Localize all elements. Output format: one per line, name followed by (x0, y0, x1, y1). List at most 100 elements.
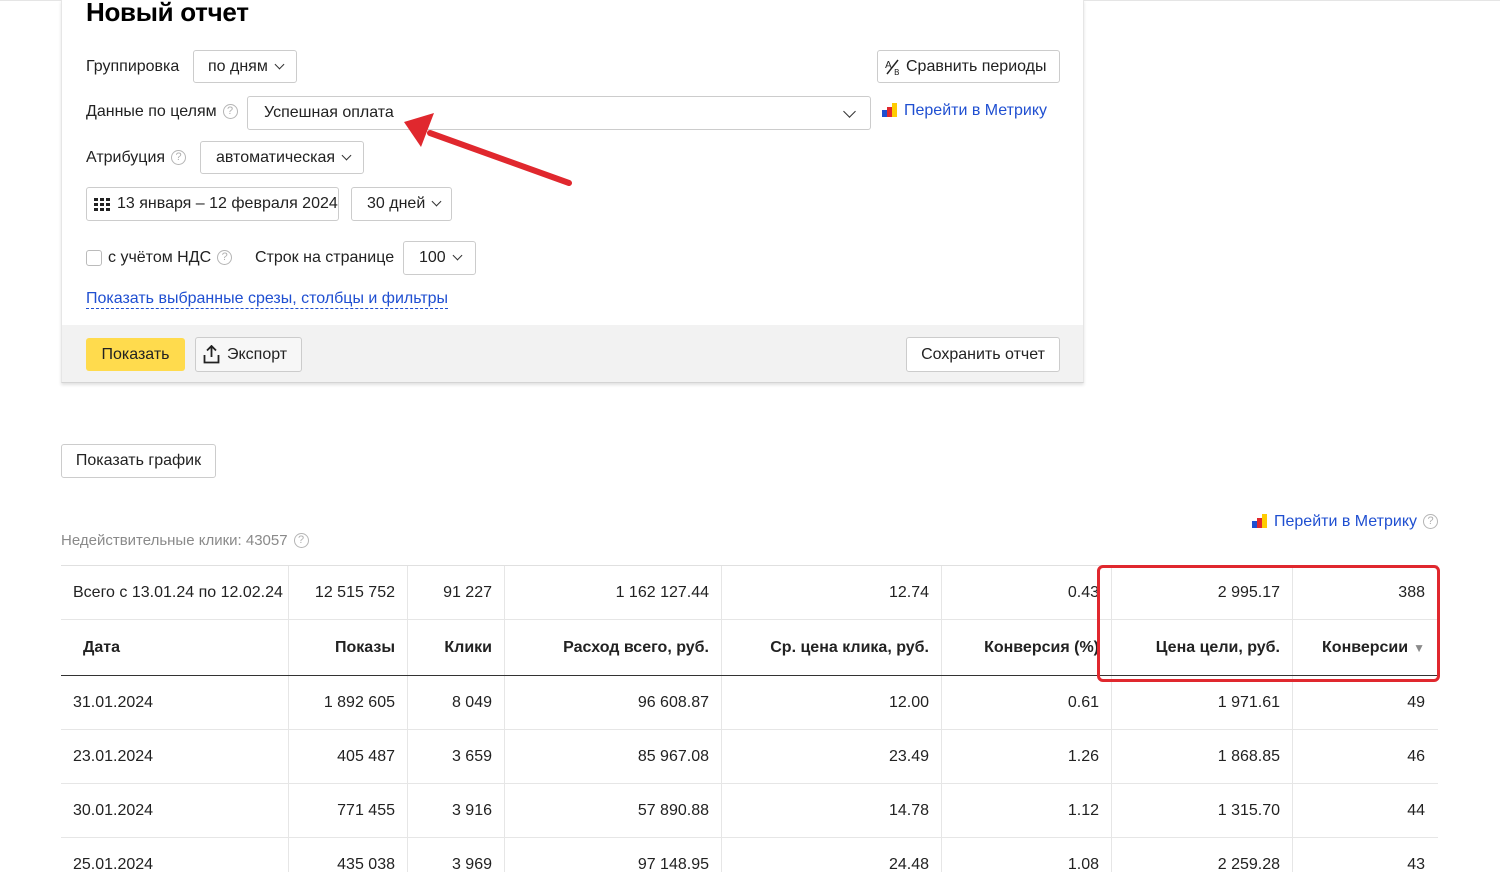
chevron-down-icon (431, 196, 442, 207)
column-header-clicks[interactable]: Клики (408, 620, 505, 675)
help-icon[interactable]: ? (171, 150, 187, 165)
period-select[interactable]: 30 дней (351, 187, 452, 221)
sort-desc-icon: ▼ (1413, 640, 1425, 655)
goals-label: Данные по целям? (86, 103, 238, 121)
rows-per-page-select[interactable]: 100 (403, 241, 476, 275)
goals-select[interactable]: Успешная оплата (247, 96, 871, 130)
attribution-value: автоматическая (216, 148, 336, 166)
attribution-select[interactable]: автоматическая (200, 141, 364, 174)
table-cell: 43 (1407, 855, 1425, 872)
chevron-down-icon (452, 250, 463, 261)
show-graph-button[interactable]: Показать график (61, 444, 216, 478)
table-cell: 405 487 (289, 730, 408, 783)
table-cell: 1 892 605 (289, 676, 408, 729)
grouping-select[interactable]: по дням (193, 50, 297, 83)
table-cell: 388 (1398, 583, 1425, 601)
metrika-icon (1252, 514, 1268, 528)
table-cell: 1 315.70 (1112, 784, 1293, 837)
column-header-avg-cpc[interactable]: Ср. цена клика, руб. (722, 620, 942, 675)
help-icon[interactable]: ? (1423, 514, 1439, 529)
goals-value: Успешная оплата (264, 104, 394, 121)
table-cell: 97 148.95 (505, 838, 722, 872)
metrika-icon (882, 103, 898, 117)
export-label: Экспорт (227, 345, 288, 363)
rows-per-page-value: 100 (419, 249, 446, 266)
table-cell: 49 (1407, 693, 1425, 711)
period-value: 30 дней (367, 195, 426, 212)
table-cell: 8 049 (408, 676, 505, 729)
compare-icon: AB (885, 58, 901, 77)
chevron-down-icon (274, 59, 285, 69)
metrika-link-text: Перейти в Метрику (904, 102, 1048, 119)
help-icon[interactable]: ? (293, 533, 309, 548)
metrika-link-table[interactable]: Перейти в Метрику? (1252, 513, 1439, 531)
table-cell: 91 227 (408, 566, 505, 619)
table-cell: 23.01.2024 (61, 730, 289, 783)
table-cell: 1 868.85 (1112, 730, 1293, 783)
table-cell: 2 259.28 (1112, 838, 1293, 872)
date-range-value: 13 января – 12 февраля 2024 (117, 195, 338, 212)
save-report-button[interactable]: Сохранить отчет (906, 337, 1060, 372)
table-cell: 14.78 (722, 784, 942, 837)
table-cell: 2 995.17 (1112, 566, 1293, 619)
table-row: 23.01.2024 405 487 3 659 85 967.08 23.49… (61, 730, 1438, 784)
rows-per-page-label: Строк на странице (255, 249, 395, 266)
table-cell: 96 608.87 (505, 676, 722, 729)
table-cell: 3 969 (408, 838, 505, 872)
column-header-date[interactable]: Дата (61, 620, 289, 675)
compare-periods-label: Сравнить периоды (906, 57, 1047, 75)
show-button[interactable]: Показать (86, 338, 185, 371)
vat-checkbox[interactable] (86, 250, 102, 266)
table-cell: 12.74 (722, 566, 942, 619)
compare-periods-button[interactable]: AB Сравнить периоды (877, 50, 1060, 83)
help-icon[interactable]: ? (222, 104, 238, 119)
date-range-picker[interactable]: 13 января – 12 февраля 2024 (86, 187, 339, 221)
table-cell: 12.00 (722, 676, 942, 729)
table-row: 30.01.2024 771 455 3 916 57 890.88 14.78… (61, 784, 1438, 838)
statistics-table: Всего с 13.01.24 по 12.02.24 12 515 752 … (61, 565, 1438, 872)
column-header-conversion-rate[interactable]: Конверсия (%) (942, 620, 1112, 675)
page-title: Новый отчет (86, 0, 249, 27)
table-cell: 1 162 127.44 (505, 566, 722, 619)
metrika-link-text: Перейти в Метрику (1274, 513, 1418, 530)
table-cell: 85 967.08 (505, 730, 722, 783)
table-cell: 1.26 (942, 730, 1112, 783)
table-cell: 31.01.2024 (61, 676, 289, 729)
chevron-down-icon (843, 105, 856, 118)
svg-text:B: B (894, 68, 900, 76)
table-cell: 1 971.61 (1112, 676, 1293, 729)
help-icon[interactable]: ? (217, 250, 233, 265)
table-cell: 771 455 (289, 784, 408, 837)
table-row: 25.01.2024 435 038 3 969 97 148.95 24.48… (61, 838, 1438, 872)
table-cell: 57 890.88 (505, 784, 722, 837)
table-row: 31.01.2024 1 892 605 8 049 96 608.87 12.… (61, 676, 1438, 730)
upload-icon (203, 344, 220, 364)
table-cell: 23.49 (722, 730, 942, 783)
export-button[interactable]: Экспорт (195, 337, 302, 372)
column-header-spend[interactable]: Расход всего, руб. (505, 620, 722, 675)
table-cell: 0.43 (942, 566, 1112, 619)
table-cell: 44 (1407, 801, 1425, 819)
table-cell: 46 (1407, 747, 1425, 765)
invalid-clicks: Недействительные клики: 43057? (61, 532, 309, 549)
table-cell: 3 659 (408, 730, 505, 783)
metrika-link[interactable]: Перейти в Метрику (882, 102, 1047, 120)
column-header-conversions[interactable]: Конверсии ▼ (1293, 620, 1438, 675)
table-cell: 1.08 (942, 838, 1112, 872)
chevron-down-icon (341, 150, 352, 160)
table-cell: 30.01.2024 (61, 784, 289, 837)
show-slices-link[interactable]: Показать выбранные срезы, столбцы и филь… (86, 290, 449, 309)
table-cell: 12 515 752 (289, 566, 408, 619)
report-settings-panel: Новый отчет Группировка по дням AB Сравн… (61, 0, 1084, 383)
table-cell: 3 916 (408, 784, 505, 837)
vat-label-text: с учётом НДС (108, 249, 212, 266)
table-cell: 0.61 (942, 676, 1112, 729)
grouping-value: по дням (208, 57, 268, 75)
table-total-row: Всего с 13.01.24 по 12.02.24 12 515 752 … (61, 566, 1438, 620)
calendar-icon (94, 197, 111, 211)
table-cell: Всего с 13.01.24 по 12.02.24 (61, 566, 289, 619)
grouping-label: Группировка (86, 58, 180, 75)
invalid-clicks-text: Недействительные клики: 43057 (61, 532, 288, 549)
column-header-impressions[interactable]: Показы (289, 620, 408, 675)
column-header-goal-cost[interactable]: Цена цели, руб. (1112, 620, 1293, 675)
